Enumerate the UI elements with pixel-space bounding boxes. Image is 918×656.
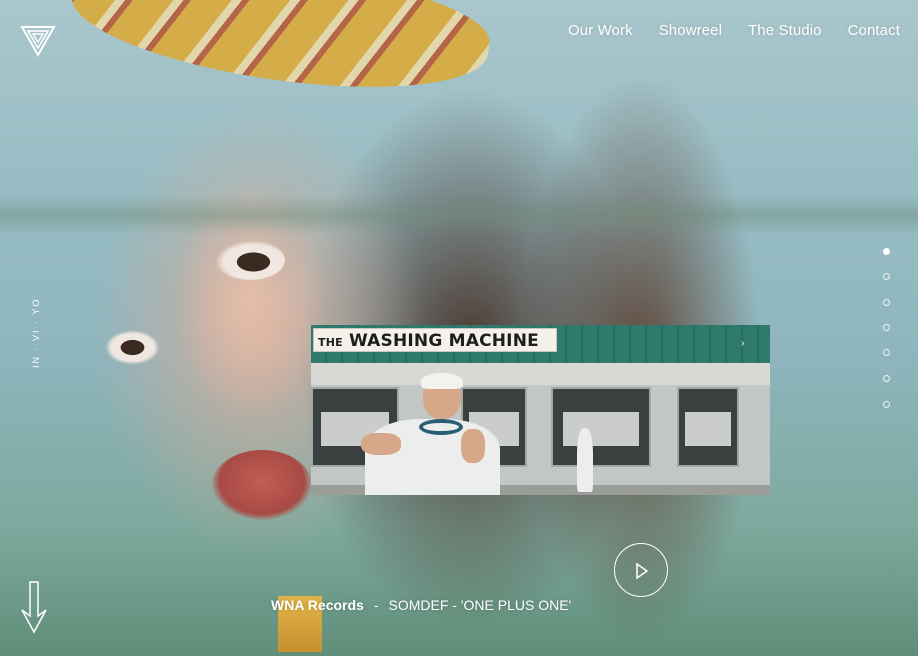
figure-hand [361, 433, 401, 455]
video-thumbnail[interactable]: THE WASHING MACHINE › [311, 325, 770, 495]
video-caption: WNA Records - SOMDEF - 'ONE PLUS ONE' [271, 597, 571, 613]
slide-dot-1[interactable] [883, 248, 890, 255]
logo-icon[interactable] [20, 24, 56, 58]
chevron-right-icon: › [741, 338, 745, 349]
headscarf [64, 0, 496, 109]
slide-dot-3[interactable] [883, 299, 890, 306]
eye [215, 240, 285, 280]
nav-the-studio[interactable]: The Studio [748, 22, 822, 39]
storefront-sign-text: THE WASHING MACHINE [318, 331, 539, 351]
caption-label: WNA Records [271, 597, 364, 613]
nav-our-work[interactable]: Our Work [568, 22, 633, 39]
rapper-figure [335, 373, 500, 495]
nav-showreel[interactable]: Showreel [659, 22, 722, 39]
arrow-down-icon[interactable] [20, 580, 48, 636]
caption-separator: - [373, 597, 379, 613]
slide-dot-7[interactable] [883, 401, 890, 408]
slide-dot-4[interactable] [883, 324, 890, 331]
storefront-window [677, 387, 739, 467]
storefront-sign: THE WASHING MACHINE [313, 328, 557, 352]
main-nav: Our Work Showreel The Studio Contact [568, 22, 900, 39]
play-button[interactable] [614, 543, 668, 597]
headphones-icon [419, 419, 463, 435]
background-person [577, 428, 593, 492]
figure-cap [421, 373, 463, 389]
sign-main: WASHING MACHINE [348, 331, 539, 351]
nav-contact[interactable]: Contact [848, 22, 900, 39]
lips [212, 450, 312, 520]
vertical-brand-text: IN · VI · YO [29, 294, 43, 374]
storefront-window [551, 387, 651, 467]
figure-hand [461, 429, 485, 463]
vertical-brand-label: IN · VI · YO [31, 297, 41, 368]
slide-dot-2[interactable] [883, 273, 890, 280]
caption-title: SOMDEF - 'ONE PLUS ONE' [388, 597, 572, 613]
slide-dot-5[interactable] [883, 349, 890, 356]
slide-dot-6[interactable] [883, 375, 890, 382]
sign-prefix: THE [318, 336, 343, 349]
eye [105, 330, 160, 365]
play-icon [636, 562, 649, 580]
water-band [0, 195, 918, 235]
